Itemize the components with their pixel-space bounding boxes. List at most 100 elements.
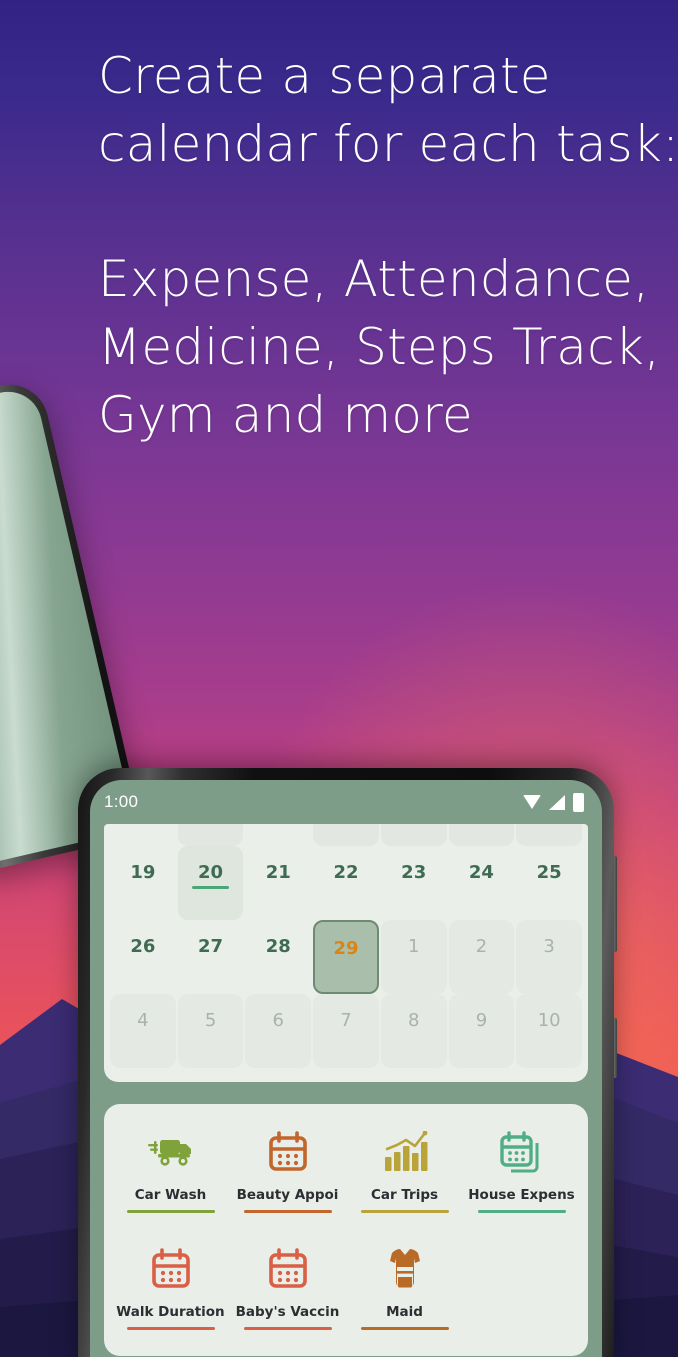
task-item-car-wash[interactable]: Car Wash [112, 1120, 229, 1213]
battery-icon [573, 792, 584, 812]
task-label: Car Wash [134, 1187, 207, 1203]
calendar-row: 4 5 6 7 8 9 10 [110, 994, 582, 1068]
task-row: Car Wash Beauty Appoi Car Trips House Ex… [112, 1120, 580, 1213]
task-item-car-trips[interactable]: Car Trips [346, 1120, 463, 1213]
calendar-day-cell[interactable]: 6 [245, 994, 312, 1068]
signal-icon [549, 794, 565, 810]
calendar-day-cell[interactable]: 4 [110, 994, 176, 1068]
wifi-icon [523, 795, 541, 809]
calendar-day-label: 21 [265, 862, 291, 883]
calendar-day-cell[interactable]: 2 [448, 920, 515, 994]
headline-line-1: Create a separate [98, 47, 551, 105]
task-item-beauty-appointment[interactable]: Beauty Appoi [229, 1120, 346, 1213]
headline-line-2: calendar for each task: [98, 115, 678, 173]
secondary-phone-content-ghost [0, 511, 30, 680]
task-label: Maid [386, 1304, 423, 1320]
calendar-day-cell[interactable] [380, 824, 447, 846]
task-label: Walk Duration [116, 1304, 225, 1320]
calendar-day-label: 3 [543, 936, 555, 957]
calendar-day-label: 7 [340, 1010, 352, 1031]
calendar-day-cell[interactable]: 25 [516, 846, 582, 920]
task-label: Car Trips [370, 1187, 439, 1203]
phone-mockup: 1:00 19 20 21 22 23 24 25 26 27 28 29 1 … [78, 768, 617, 1357]
task-underline [126, 1210, 215, 1213]
calendar-day-label: 6 [272, 1010, 284, 1031]
calendar-day-label: 23 [401, 862, 427, 883]
calendar-day-cell[interactable]: 22 [313, 846, 379, 920]
calendar-card: 19 20 21 22 23 24 25 26 27 28 29 1 2 3 4… [104, 824, 588, 1082]
calendar-day-cell[interactable]: 26 [110, 920, 176, 994]
calendar-day-cell[interactable]: 10 [516, 994, 582, 1068]
today-underline [191, 886, 230, 889]
status-icons [523, 792, 584, 812]
calendar-day-cell[interactable]: 23 [381, 846, 447, 920]
calendar-day-cell-today[interactable]: 20 [177, 846, 244, 920]
calendar-day-cell[interactable]: 1 [380, 920, 447, 994]
subheadline-line-3: Gym and more [98, 386, 473, 444]
calendar-day-label: 27 [198, 936, 224, 957]
truck-icon [147, 1126, 194, 1178]
calendar-day-cell[interactable]: 8 [380, 994, 447, 1068]
task-underline [243, 1327, 332, 1330]
stacked-calendar-icon [499, 1126, 545, 1178]
calendar-day-cell[interactable]: 28 [245, 920, 311, 994]
calendar-day-label: 25 [536, 862, 562, 883]
task-underline [243, 1210, 332, 1213]
calendar-day-label: 8 [407, 1010, 420, 1031]
calendar-icon [267, 1243, 309, 1295]
calendar-day-cell[interactable]: 3 [516, 920, 582, 994]
apron-icon [384, 1243, 426, 1295]
calendar-day-label: 28 [265, 936, 291, 957]
task-item-babys-vaccination[interactable]: Baby's Vaccin [229, 1237, 346, 1330]
calendar-day-cell[interactable] [313, 824, 379, 846]
calendar-day-label: 22 [333, 862, 359, 883]
calendar-day-cell[interactable] [245, 824, 311, 846]
calendar-icon [150, 1243, 192, 1295]
calendar-day-label: 5 [204, 1010, 217, 1031]
calendar-day-label: 29 [333, 938, 359, 959]
task-underline [360, 1210, 449, 1213]
calendar-day-cell[interactable] [177, 824, 244, 846]
task-underline [360, 1327, 449, 1330]
calendar-day-label: 26 [130, 936, 156, 957]
calendar-icon [267, 1126, 309, 1178]
task-row: Walk Duration Baby's Vaccin Maid [112, 1237, 580, 1330]
headline-text: Create a separate calendar for each task… [98, 42, 678, 178]
task-categories-card: Car Wash Beauty Appoi Car Trips House Ex… [104, 1104, 588, 1356]
status-clock: 1:00 [104, 792, 139, 811]
calendar-row: 19 20 21 22 23 24 25 [110, 846, 582, 920]
subheadline-text: Expense, Attendance, Medicine, Steps Tra… [98, 245, 668, 449]
calendar-day-label: 19 [130, 862, 156, 883]
calendar-day-label: 24 [468, 862, 494, 883]
task-label: House Expens [468, 1187, 575, 1203]
calendar-day-cell[interactable]: 24 [449, 846, 515, 920]
calendar-day-cell[interactable]: 5 [177, 994, 244, 1068]
calendar-day-cell[interactable] [516, 824, 582, 846]
calendar-day-label: 2 [475, 936, 488, 957]
calendar-day-cell[interactable] [448, 824, 515, 846]
task-item-maid[interactable]: Maid [346, 1237, 463, 1330]
task-item-house-expenses[interactable]: House Expens [463, 1120, 580, 1213]
phone-screen: 1:00 19 20 21 22 23 24 25 26 27 28 29 1 … [90, 780, 602, 1357]
calendar-day-label: 9 [475, 1010, 488, 1031]
calendar-day-cell[interactable]: 7 [313, 994, 379, 1068]
task-label: Baby's Vaccin [235, 1304, 340, 1320]
calendar-day-cell[interactable]: 19 [110, 846, 176, 920]
task-item-walk-duration[interactable]: Walk Duration [112, 1237, 229, 1330]
task-label: Beauty Appoi [236, 1187, 339, 1203]
calendar-day-cell[interactable]: 9 [448, 994, 515, 1068]
calendar-row-clipped [110, 824, 582, 846]
subheadline-line-2: Medicine, Steps Track, [98, 318, 661, 376]
status-bar: 1:00 [90, 780, 602, 824]
bar-chart-icon [382, 1126, 428, 1178]
calendar-day-cell[interactable]: 21 [245, 846, 311, 920]
calendar-day-label: 4 [137, 1010, 149, 1031]
calendar-day-cell-selected[interactable]: 29 [313, 920, 379, 994]
calendar-day-label: 1 [407, 936, 420, 957]
calendar-row: 26 27 28 29 1 2 3 [110, 920, 582, 994]
phone-bezel: 1:00 19 20 21 22 23 24 25 26 27 28 29 1 … [78, 768, 614, 1357]
task-underline [126, 1327, 215, 1330]
calendar-day-cell[interactable]: 27 [178, 920, 244, 994]
calendar-day-cell[interactable] [110, 824, 176, 846]
task-underline [477, 1210, 566, 1213]
